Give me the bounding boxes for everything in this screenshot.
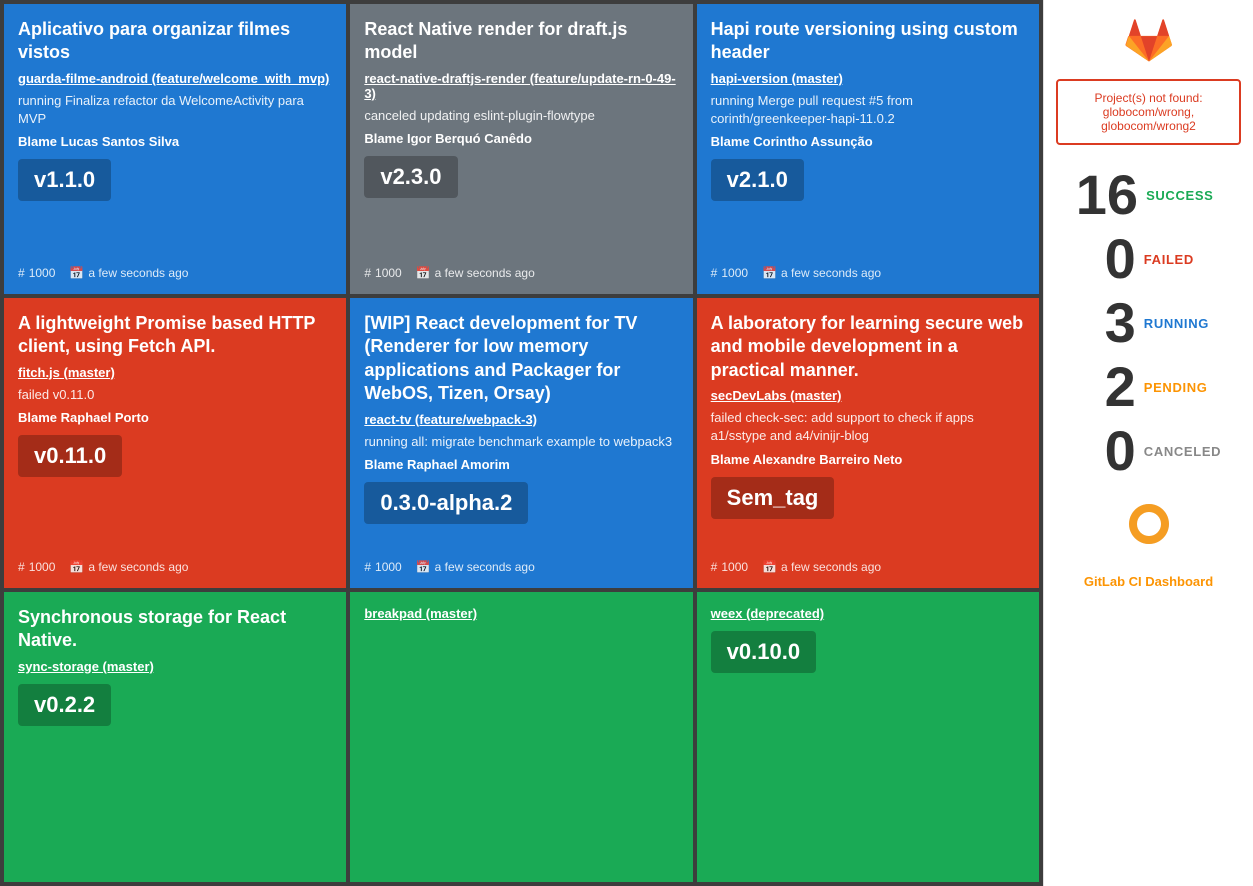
stat-number: 0	[1076, 231, 1136, 287]
card-repo: guarda-filme-android (feature/welcome_wi…	[18, 71, 332, 86]
card-repo: react-tv (feature/webpack-3)	[364, 412, 678, 427]
stat-number: 2	[1076, 359, 1136, 415]
card-version: v0.11.0	[18, 435, 122, 477]
build-time: 📅 a few seconds ago	[69, 560, 188, 574]
stat-pending: 2 PENDING	[1076, 355, 1221, 419]
card-version: 0.3.0-alpha.2	[364, 482, 528, 524]
card-card-6: A laboratory for learning secure web and…	[697, 298, 1039, 588]
card-card-4: A lightweight Promise based HTTP client,…	[4, 298, 346, 588]
card-repo: weex (deprecated)	[711, 606, 1025, 621]
card-card-5: [WIP] React development for TV (Renderer…	[350, 298, 692, 588]
card-card-3: Hapi route versioning using custom heade…	[697, 4, 1039, 294]
build-time: 📅 a few seconds ago	[416, 266, 535, 280]
hash-icon: #	[711, 560, 718, 574]
card-title: A lightweight Promise based HTTP client,…	[18, 312, 332, 359]
stat-label: SUCCESS	[1146, 188, 1213, 203]
card-blame: Blame Lucas Santos Silva	[18, 134, 332, 149]
card-description: failed check-sec: add support to check i…	[711, 409, 1025, 445]
stat-failed: 0 FAILED	[1076, 227, 1221, 291]
card-version: v2.3.0	[364, 156, 457, 198]
card-blame: Blame Raphael Amorim	[364, 457, 678, 472]
card-repo: breakpad (master)	[364, 606, 678, 621]
card-card-7: Synchronous storage for React Native. syn…	[4, 592, 346, 882]
stat-number: 3	[1076, 295, 1136, 351]
stats-container: 16 SUCCESS 0 FAILED 3 RUNNING 2 PENDING …	[1076, 163, 1221, 483]
card-footer: # 1000 📅 a few seconds ago	[711, 266, 1025, 280]
card-description: running all: migrate benchmark example t…	[364, 433, 678, 451]
card-card-8: breakpad (master)	[350, 592, 692, 882]
calendar-icon: 📅	[69, 266, 84, 280]
gitlab-ci-link[interactable]: GitLab CI Dashboard	[1084, 574, 1213, 589]
build-time: 📅 a few seconds ago	[762, 266, 881, 280]
card-description: running Merge pull request #5 from corin…	[711, 92, 1025, 128]
card-blame: Blame Raphael Porto	[18, 410, 332, 425]
card-version: Sem_tag	[711, 477, 835, 519]
hash-icon: #	[18, 560, 25, 574]
build-time: 📅 a few seconds ago	[762, 560, 881, 574]
build-number: # 1000	[18, 560, 55, 574]
stat-number: 0	[1076, 423, 1136, 479]
stat-running: 3 RUNNING	[1076, 291, 1221, 355]
card-title: Synchronous storage for React Native.	[18, 606, 332, 653]
build-time: 📅 a few seconds ago	[416, 560, 535, 574]
card-card-1: Aplicativo para organizar filmes vistos g…	[4, 4, 346, 294]
calendar-icon: 📅	[762, 560, 777, 574]
card-blame: Blame Corintho Assunção	[711, 134, 1025, 149]
cards-grid: Aplicativo para organizar filmes vistos g…	[0, 0, 1043, 886]
card-footer: # 1000 📅 a few seconds ago	[364, 266, 678, 280]
hash-icon: #	[364, 560, 371, 574]
build-number: # 1000	[711, 560, 748, 574]
stat-label: RUNNING	[1144, 316, 1209, 331]
hash-icon: #	[18, 266, 25, 280]
stat-label: PENDING	[1144, 380, 1208, 395]
card-repo: fitch.js (master)	[18, 365, 332, 380]
card-version: v0.2.2	[18, 684, 111, 726]
error-box: Project(s) not found: globocom/wrong, gl…	[1056, 79, 1241, 145]
calendar-icon: 📅	[69, 560, 84, 574]
card-description: failed v0.11.0	[18, 386, 332, 404]
error-projects: globocom/wrong, globocom/wrong2	[1101, 105, 1196, 133]
card-footer: # 1000 📅 a few seconds ago	[18, 266, 332, 280]
hash-icon: #	[711, 266, 718, 280]
card-version: v0.10.0	[711, 631, 816, 673]
sidebar: Project(s) not found: globocom/wrong, gl…	[1043, 0, 1253, 886]
build-number: # 1000	[364, 266, 401, 280]
error-title: Project(s) not found:	[1094, 91, 1202, 105]
card-repo: hapi-version (master)	[711, 71, 1025, 86]
card-title: [WIP] React development for TV (Renderer…	[364, 312, 678, 406]
card-version: v2.1.0	[711, 159, 804, 201]
card-title: A laboratory for learning secure web and…	[711, 312, 1025, 382]
card-version: v1.1.0	[18, 159, 111, 201]
gitlab-logo	[1124, 16, 1174, 71]
calendar-icon: 📅	[762, 266, 777, 280]
card-title: React Native render for draft.js model	[364, 18, 678, 65]
stat-number: 16	[1076, 167, 1138, 223]
stat-label: CANCELED	[1144, 444, 1221, 459]
calendar-icon: 📅	[416, 266, 431, 280]
card-repo: sync-storage (master)	[18, 659, 332, 674]
pie-chart	[1124, 499, 1174, 554]
card-repo: react-native-draftjs-render (feature/upd…	[364, 71, 678, 101]
card-footer: # 1000 📅 a few seconds ago	[364, 560, 678, 574]
card-title: Aplicativo para organizar filmes vistos	[18, 18, 332, 65]
build-number: # 1000	[711, 266, 748, 280]
card-blame: Blame Alexandre Barreiro Neto	[711, 452, 1025, 467]
hash-icon: #	[364, 266, 371, 280]
card-description: running Finaliza refactor da WelcomeActi…	[18, 92, 332, 128]
stat-label: FAILED	[1144, 252, 1194, 267]
card-card-9: weex (deprecated) v0.10.0	[697, 592, 1039, 882]
card-blame: Blame Igor Berquó Canêdo	[364, 131, 678, 146]
build-number: # 1000	[18, 266, 55, 280]
card-repo: secDevLabs (master)	[711, 388, 1025, 403]
card-footer: # 1000 📅 a few seconds ago	[18, 560, 332, 574]
build-time: 📅 a few seconds ago	[69, 266, 188, 280]
build-number: # 1000	[364, 560, 401, 574]
card-footer: # 1000 📅 a few seconds ago	[711, 560, 1025, 574]
card-description: canceled updating eslint-plugin-flowtype	[364, 107, 678, 125]
stat-success: 16 SUCCESS	[1076, 163, 1221, 227]
card-title: Hapi route versioning using custom heade…	[711, 18, 1025, 65]
card-card-2: React Native render for draft.js model re…	[350, 4, 692, 294]
stat-canceled: 0 CANCELED	[1076, 419, 1221, 483]
calendar-icon: 📅	[416, 560, 431, 574]
